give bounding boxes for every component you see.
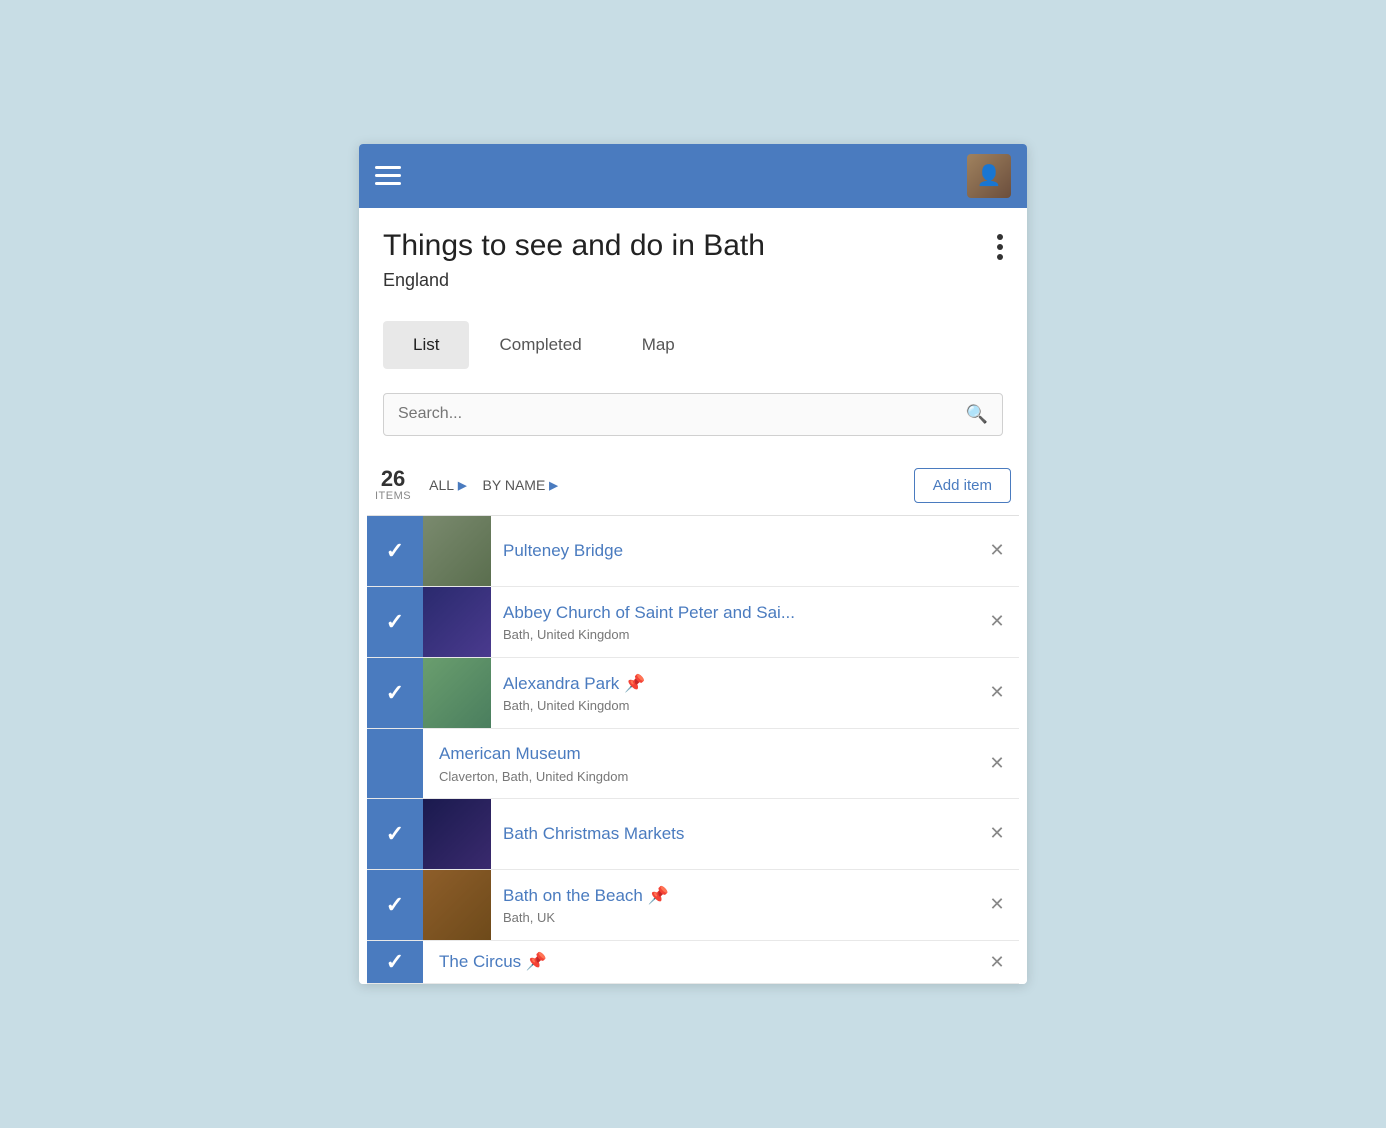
content-museum: American Museum Claverton, Bath, United … <box>423 729 975 798</box>
list-items: ✓ Pulteney Bridge ✕ ✓ Abbey <box>367 515 1019 984</box>
add-item-button[interactable]: Add item <box>914 468 1011 503</box>
item-name-circus[interactable]: The Circus 📌 <box>439 951 963 973</box>
item-name-museum[interactable]: American Museum <box>439 743 963 765</box>
search-wrapper: 🔍 <box>383 393 1003 436</box>
filter-all-label: ALL <box>429 477 454 493</box>
content-christmas: Bath Christmas Markets <box>491 799 975 869</box>
page-subtitle: England <box>383 270 765 291</box>
filter-byname-arrow: ▶ <box>549 479 557 492</box>
filter-byname-label: BY NAME <box>483 477 546 493</box>
page-header: Things to see and do in Bath England <box>359 208 1027 301</box>
thumb-img-beach <box>423 870 491 940</box>
page-title: Things to see and do in Bath <box>383 228 765 264</box>
list-item: American Museum Claverton, Bath, United … <box>367 729 1019 799</box>
check-col-park[interactable]: ✓ <box>367 658 423 728</box>
top-bar: 👤 <box>359 144 1027 208</box>
thumb-abbey <box>423 587 491 657</box>
more-options-icon[interactable] <box>997 228 1003 260</box>
thumb-christmas <box>423 799 491 869</box>
item-location-museum: Claverton, Bath, United Kingdom <box>439 769 963 784</box>
filter-all-arrow: ▶ <box>458 479 466 492</box>
count-number: 26 <box>375 468 411 490</box>
checkmark-abbey: ✓ <box>386 609 404 635</box>
item-name-beach[interactable]: Bath on the Beach 📌 <box>503 885 963 907</box>
list-header: 26 ITEMS ALL ▶ BY NAME ▶ Add item <box>367 456 1019 515</box>
thumb-park <box>423 658 491 728</box>
delete-abbey[interactable]: ✕ <box>975 587 1019 657</box>
delete-circus[interactable]: ✕ <box>975 941 1019 983</box>
tab-completed[interactable]: Completed <box>469 321 611 369</box>
thumb-pulteney <box>423 516 491 586</box>
filter-buttons: ALL ▶ BY NAME ▶ <box>423 473 902 497</box>
content-park: Alexandra Park 📌 Bath, United Kingdom <box>491 658 975 728</box>
thumb-img-park <box>423 658 491 728</box>
checkmark-park: ✓ <box>386 680 404 706</box>
check-col-abbey[interactable]: ✓ <box>367 587 423 657</box>
item-name-christmas[interactable]: Bath Christmas Markets <box>503 823 963 845</box>
list-item: ✓ Alexandra Park 📌 Bath, United Kingdom … <box>367 658 1019 729</box>
search-icon[interactable]: 🔍 <box>966 404 988 425</box>
delete-christmas[interactable]: ✕ <box>975 799 1019 869</box>
checkmark-beach: ✓ <box>386 892 404 918</box>
item-name-abbey[interactable]: Abbey Church of Saint Peter and Sai... <box>503 602 963 624</box>
search-container: 🔍 <box>359 385 1027 456</box>
list-item: ✓ Bath on the Beach 📌 Bath, UK ✕ <box>367 870 1019 941</box>
content-beach: Bath on the Beach 📌 Bath, UK <box>491 870 975 940</box>
checkmark-pulteney: ✓ <box>386 538 404 564</box>
count-label: ITEMS <box>375 490 411 502</box>
check-col-museum[interactable] <box>367 729 423 798</box>
list-item: ✓ Pulteney Bridge ✕ <box>367 516 1019 587</box>
content-pulteney: Pulteney Bridge <box>491 516 975 586</box>
check-col-pulteney[interactable]: ✓ <box>367 516 423 586</box>
item-name-park[interactable]: Alexandra Park 📌 <box>503 673 963 695</box>
list-section: 26 ITEMS ALL ▶ BY NAME ▶ Add item ✓ <box>359 456 1027 984</box>
items-count: 26 ITEMS <box>375 468 411 502</box>
search-input[interactable] <box>398 405 966 423</box>
check-col-christmas[interactable]: ✓ <box>367 799 423 869</box>
delete-beach[interactable]: ✕ <box>975 870 1019 940</box>
content-abbey: Abbey Church of Saint Peter and Sai... B… <box>491 587 975 657</box>
checkmark-christmas: ✓ <box>386 821 404 847</box>
filter-byname-button[interactable]: BY NAME ▶ <box>477 473 564 497</box>
menu-icon[interactable] <box>375 166 401 185</box>
list-item: ✓ Bath Christmas Markets ✕ <box>367 799 1019 870</box>
checkmark-circus: ✓ <box>386 949 404 975</box>
tab-map[interactable]: Map <box>612 321 705 369</box>
delete-park[interactable]: ✕ <box>975 658 1019 728</box>
delete-pulteney[interactable]: ✕ <box>975 516 1019 586</box>
thumb-beach <box>423 870 491 940</box>
tabs-container: List Completed Map <box>359 301 1027 385</box>
item-location-abbey: Bath, United Kingdom <box>503 627 963 642</box>
tab-list[interactable]: List <box>383 321 469 369</box>
item-location-beach: Bath, UK <box>503 910 963 925</box>
delete-museum[interactable]: ✕ <box>975 729 1019 798</box>
list-item: ✓ Abbey Church of Saint Peter and Sai...… <box>367 587 1019 658</box>
thumb-img-christmas <box>423 799 491 869</box>
content-circus: The Circus 📌 <box>423 941 975 983</box>
item-location-park: Bath, United Kingdom <box>503 698 963 713</box>
thumb-img-abbey <box>423 587 491 657</box>
user-avatar[interactable]: 👤 <box>967 154 1011 198</box>
check-col-beach[interactable]: ✓ <box>367 870 423 940</box>
item-name-pulteney[interactable]: Pulteney Bridge <box>503 540 963 562</box>
list-item: ✓ The Circus 📌 ✕ <box>367 941 1019 984</box>
phone-container: 👤 Things to see and do in Bath England L… <box>359 144 1027 984</box>
thumb-img-pulteney <box>423 516 491 586</box>
filter-all-button[interactable]: ALL ▶ <box>423 473 472 497</box>
check-col-circus[interactable]: ✓ <box>367 941 423 983</box>
